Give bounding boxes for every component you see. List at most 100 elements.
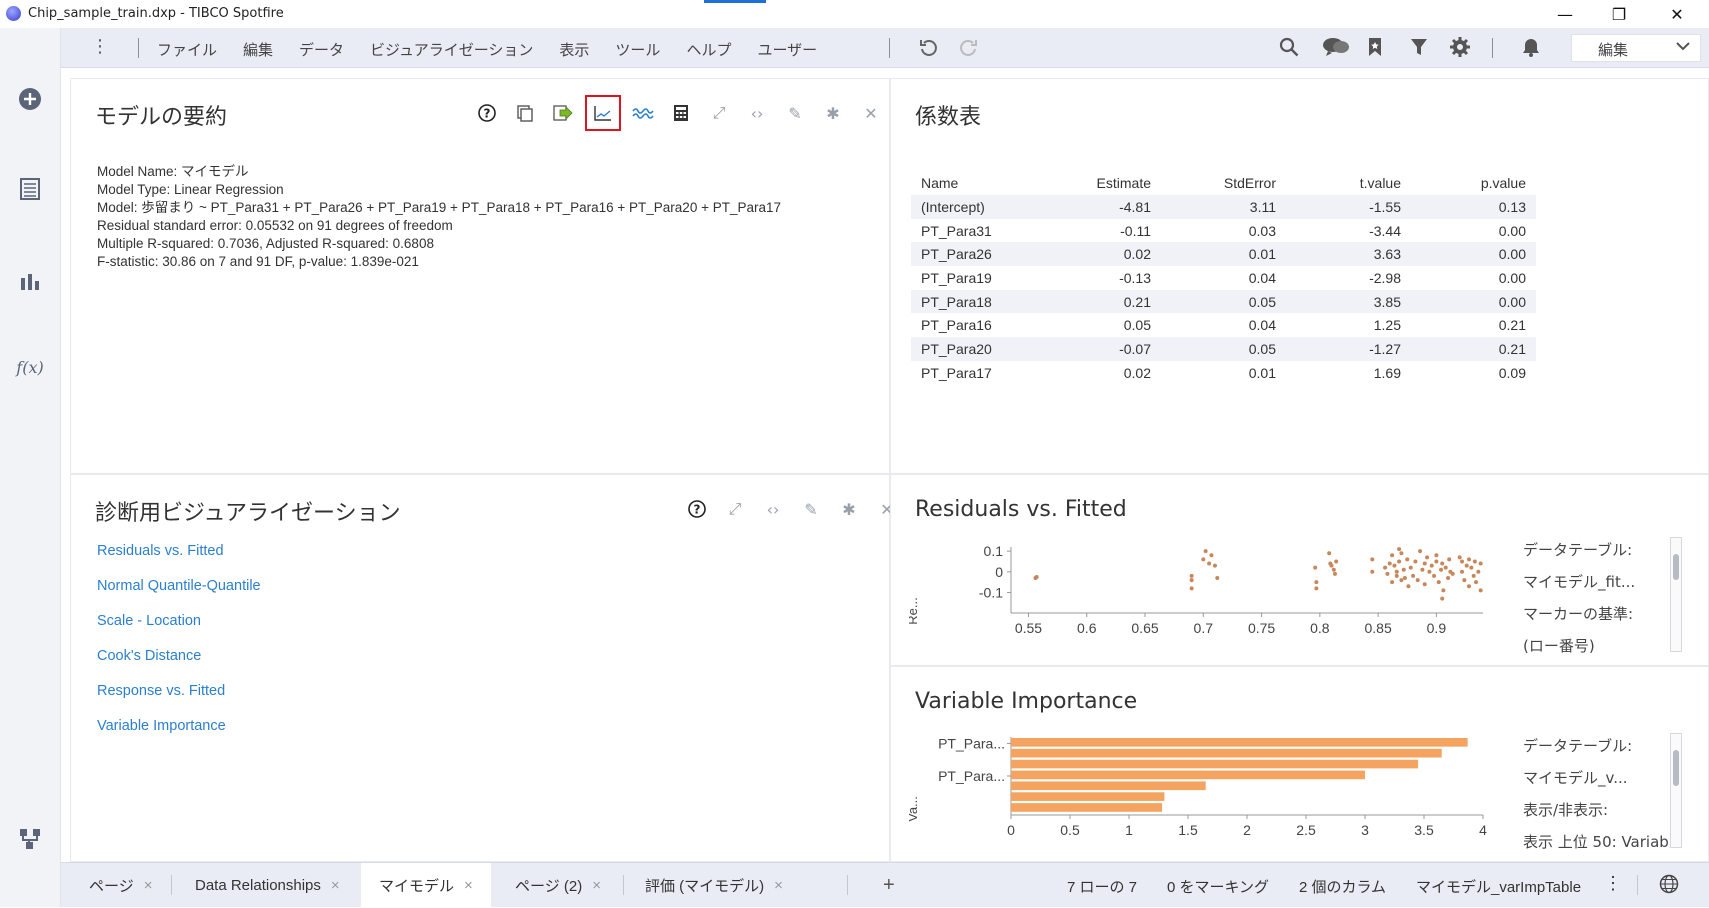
status-more-icon[interactable]: ⋮ bbox=[1604, 873, 1622, 894]
more-options-icon[interactable]: ⋮ bbox=[91, 36, 109, 57]
table-row[interactable]: PT_Para17 0.02 0.01 1.69 0.09 bbox=[911, 361, 1536, 385]
scatter-point bbox=[1420, 567, 1425, 572]
table-row[interactable]: PT_Para31 -0.11 0.03 -3.44 0.00 bbox=[911, 219, 1536, 243]
panel-settings-icon[interactable]: ✱ bbox=[837, 497, 861, 521]
scatter-point bbox=[1334, 559, 1339, 564]
close-tab-icon[interactable]: × bbox=[464, 877, 473, 894]
table-row[interactable]: PT_Para19 -0.13 0.04 -2.98 0.00 bbox=[911, 266, 1536, 290]
scatter-point bbox=[1189, 578, 1194, 583]
code-icon[interactable]: ‹› bbox=[745, 101, 769, 125]
data-panel-icon[interactable] bbox=[17, 176, 43, 202]
residuals-scatter-plot[interactable]: 0.55 0.6 0.65 0.7 0.75 0.8 0.85 0.9 0.1 0 -0.1 Re..… bbox=[909, 533, 1539, 663]
menu-visualization[interactable]: ビジュアライゼーション bbox=[370, 39, 533, 60]
scatter-point bbox=[1385, 571, 1390, 576]
variable-importance-bar-chart[interactable]: PT_Para... PT_Para... 0 0.5 1 1.5 2 2.5 3 3.5 4 Va.… bbox=[909, 729, 1539, 859]
scrollbar-thumb[interactable] bbox=[1673, 750, 1679, 786]
table-cell: PT_Para19 bbox=[921, 269, 992, 286]
close-panel-icon[interactable]: ✕ bbox=[859, 101, 883, 125]
edit-pencil-icon[interactable]: ✎ bbox=[783, 101, 807, 125]
wave-chart-icon[interactable] bbox=[631, 101, 655, 125]
link-scale-location[interactable]: Scale - Location bbox=[97, 613, 261, 648]
line-chart-icon[interactable] bbox=[585, 95, 621, 131]
scatter-point bbox=[1425, 555, 1430, 560]
table-row[interactable]: (Intercept) -4.81 3.11 -1.55 0.13 bbox=[911, 195, 1536, 219]
panel-settings-icon[interactable]: ✱ bbox=[821, 101, 845, 125]
link-cooks-distance[interactable]: Cook's Distance bbox=[97, 648, 261, 683]
panel-toolbar: ? ⤢ ‹› ✎ ✱ ✕ bbox=[685, 497, 899, 521]
add-page-button[interactable]: + bbox=[883, 863, 895, 908]
link-variable-importance[interactable]: Variable Importance bbox=[97, 718, 261, 753]
close-tab-icon[interactable]: × bbox=[144, 877, 153, 894]
redo-icon[interactable] bbox=[959, 37, 979, 62]
active-table-status[interactable]: マイモデル_varImpTable bbox=[1416, 876, 1581, 897]
globe-icon[interactable] bbox=[1659, 874, 1679, 898]
help-icon[interactable]: ? bbox=[475, 101, 499, 125]
maximize-icon[interactable]: ⤢ bbox=[707, 101, 731, 125]
scatter-point bbox=[1462, 578, 1467, 583]
calculator-icon[interactable] bbox=[669, 101, 693, 125]
menu-edit[interactable]: 編集 bbox=[243, 39, 273, 60]
restore-button[interactable]: ❐ bbox=[1594, 2, 1644, 26]
menu-file[interactable]: ファイル bbox=[157, 39, 217, 60]
help-icon[interactable]: ? bbox=[685, 497, 709, 521]
relationships-icon[interactable] bbox=[17, 826, 43, 852]
visualization-types-icon[interactable] bbox=[17, 268, 43, 294]
menu-tools[interactable]: ツール bbox=[615, 39, 660, 60]
bookmark-icon[interactable] bbox=[1366, 37, 1384, 62]
table-row[interactable]: PT_Para18 0.21 0.05 3.85 0.00 bbox=[911, 289, 1536, 314]
table-row[interactable]: PT_Para26 0.02 0.01 3.63 0.00 bbox=[911, 242, 1536, 267]
header-stderror[interactable]: StdError bbox=[1161, 171, 1286, 195]
page-tab[interactable]: ページ (2) × bbox=[515, 863, 601, 908]
search-icon[interactable] bbox=[1279, 37, 1299, 62]
page-tab[interactable]: 評価 (マイモデル) × bbox=[645, 863, 783, 908]
function-icon[interactable]: f(x) bbox=[16, 354, 43, 380]
page-tab[interactable]: Data Relationships × bbox=[195, 863, 340, 908]
link-normal-qq[interactable]: Normal Quantile-Quantile bbox=[97, 578, 261, 613]
edit-pencil-icon[interactable]: ✎ bbox=[799, 497, 823, 521]
maximize-icon[interactable]: ⤢ bbox=[723, 497, 747, 521]
scatter-point bbox=[1332, 571, 1337, 576]
table-row[interactable]: PT_Para20 -0.07 0.05 -1.27 0.21 bbox=[911, 337, 1536, 361]
code-icon[interactable]: ‹› bbox=[761, 497, 785, 521]
filter-icon[interactable] bbox=[1410, 37, 1428, 62]
header-pvalue[interactable]: p.value bbox=[1411, 171, 1536, 195]
legend-scrollbar[interactable] bbox=[1670, 537, 1682, 652]
table-cell: -2.98 bbox=[1369, 269, 1401, 286]
chart-legend: データテーブル: マイモデル_fit... マーカーの基準: (ロー番号) bbox=[1523, 541, 1635, 669]
notification-bell-icon[interactable] bbox=[1521, 37, 1541, 62]
add-icon[interactable] bbox=[17, 86, 43, 112]
legend-label: データテーブル: bbox=[1523, 541, 1633, 559]
collaboration-icon[interactable] bbox=[1322, 37, 1350, 62]
scatter-point bbox=[1314, 586, 1319, 591]
settings-gear-icon[interactable] bbox=[1450, 37, 1470, 62]
scatter-point bbox=[1450, 571, 1455, 576]
export-arrow-icon[interactable] bbox=[551, 101, 575, 125]
scrollbar-thumb[interactable] bbox=[1673, 554, 1679, 580]
scatter-point bbox=[1392, 563, 1397, 568]
header-tvalue[interactable]: t.value bbox=[1286, 171, 1411, 195]
menu-user[interactable]: ユーザー bbox=[757, 39, 817, 60]
summary-line: Model: 歩留まり ~ PT_Para31 + PT_Para26 + PT… bbox=[97, 200, 782, 215]
menu-data[interactable]: データ bbox=[299, 39, 344, 60]
scatter-point bbox=[1460, 559, 1465, 564]
close-window-button[interactable]: ✕ bbox=[1652, 2, 1702, 26]
menu-help[interactable]: ヘルプ bbox=[686, 39, 731, 60]
scatter-point bbox=[1189, 586, 1194, 591]
table-row[interactable]: PT_Para16 0.05 0.04 1.25 0.21 bbox=[911, 313, 1536, 337]
link-response-vs-fitted[interactable]: Response vs. Fitted bbox=[97, 683, 261, 718]
table-cell: PT_Para20 bbox=[911, 337, 1061, 361]
close-tab-icon[interactable]: × bbox=[592, 877, 601, 894]
close-tab-icon[interactable]: × bbox=[331, 877, 340, 894]
page-tab[interactable]: ページ × bbox=[89, 863, 152, 908]
page-tab-active[interactable]: マイモデル × bbox=[361, 863, 491, 908]
link-residuals-vs-fitted[interactable]: Residuals vs. Fitted bbox=[97, 543, 261, 578]
minimize-button[interactable]: — bbox=[1540, 2, 1590, 26]
menu-view[interactable]: 表示 bbox=[559, 39, 589, 60]
undo-icon[interactable] bbox=[918, 37, 938, 62]
legend-scrollbar[interactable] bbox=[1670, 733, 1682, 848]
header-name[interactable]: Name bbox=[911, 171, 1061, 195]
header-estimate[interactable]: Estimate bbox=[1061, 171, 1161, 195]
mode-select[interactable]: 編集 bbox=[1571, 34, 1701, 62]
close-tab-icon[interactable]: × bbox=[774, 877, 783, 894]
copy-icon[interactable] bbox=[513, 101, 537, 125]
